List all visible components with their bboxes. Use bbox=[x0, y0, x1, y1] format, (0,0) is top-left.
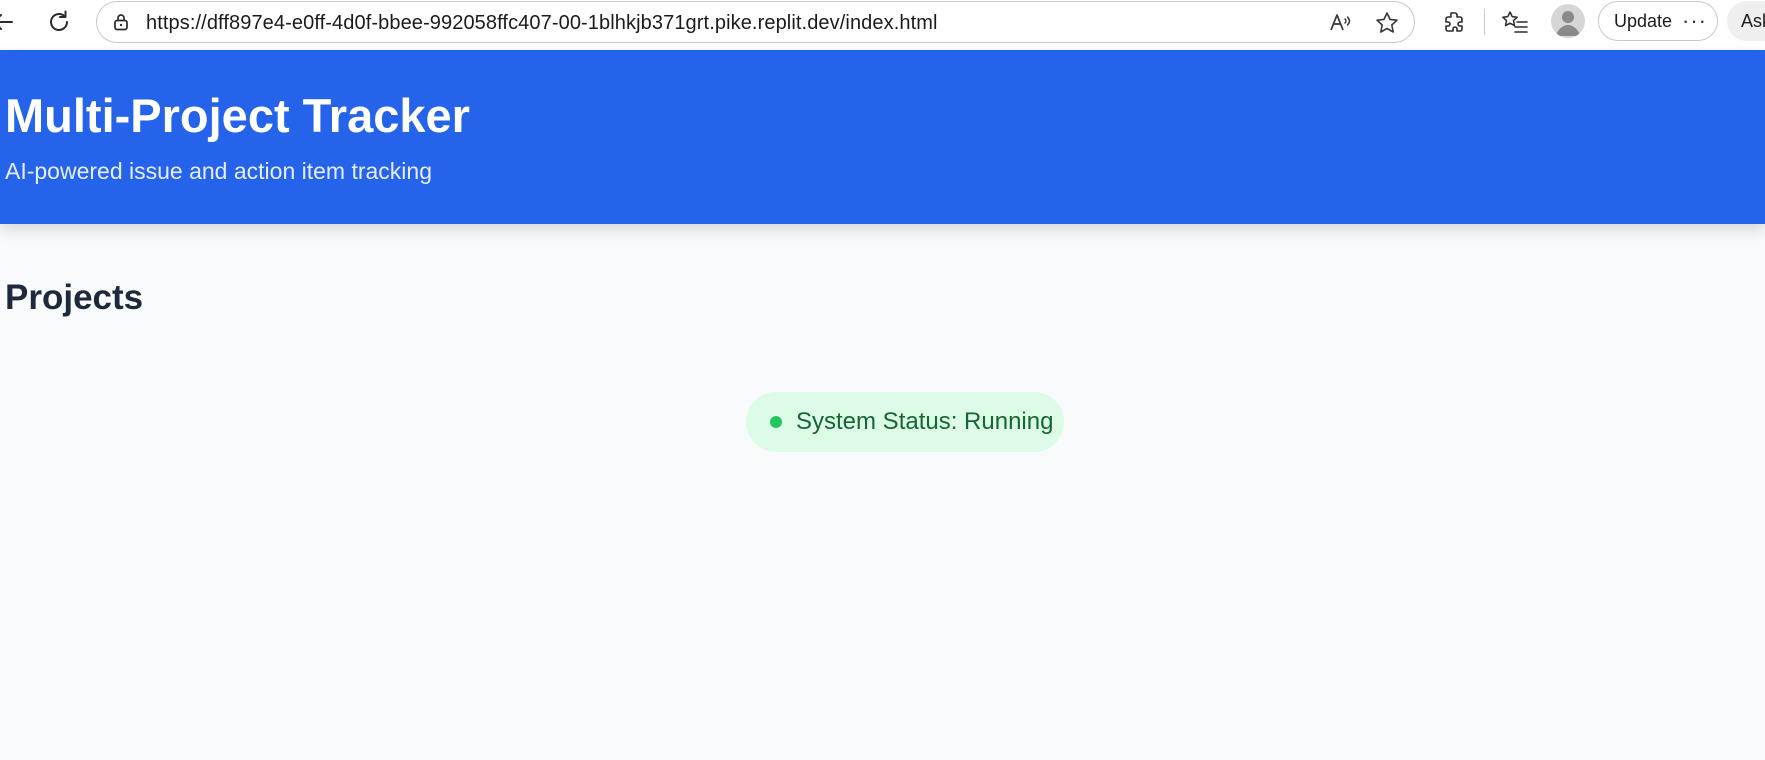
avatar[interactable] bbox=[1551, 4, 1585, 38]
favorites-list-icon[interactable] bbox=[1498, 5, 1532, 39]
status-badge: System Status: Running bbox=[746, 392, 1064, 452]
star-icon[interactable] bbox=[1374, 10, 1400, 36]
update-button[interactable]: Update ··· bbox=[1598, 1, 1718, 41]
ask-button[interactable]: Ask bbox=[1727, 1, 1765, 41]
update-button-label: Update bbox=[1614, 10, 1673, 31]
back-arrow-icon[interactable] bbox=[0, 5, 20, 39]
reload-icon[interactable] bbox=[42, 5, 76, 39]
lock-icon[interactable] bbox=[111, 12, 131, 32]
address-bar[interactable]: https://dff897e4-e0ff-4d0f-bbee-992058ff… bbox=[96, 1, 1415, 43]
projects-heading: Projects bbox=[5, 278, 144, 317]
app-header: Multi-Project Tracker AI-powered issue a… bbox=[0, 50, 1765, 224]
status-dot-icon bbox=[770, 416, 782, 428]
ask-button-label: Ask bbox=[1741, 11, 1765, 31]
more-icon[interactable]: ··· bbox=[1682, 8, 1707, 34]
read-aloud-icon[interactable] bbox=[1327, 10, 1353, 36]
browser-toolbar: https://dff897e4-e0ff-4d0f-bbee-992058ff… bbox=[0, 0, 1765, 50]
extensions-icon[interactable] bbox=[1437, 5, 1471, 39]
url-text[interactable]: https://dff897e4-e0ff-4d0f-bbee-992058ff… bbox=[146, 12, 938, 35]
toolbar-divider bbox=[1484, 9, 1485, 35]
page-title: Multi-Project Tracker bbox=[5, 89, 470, 142]
status-text: System Status: Running bbox=[796, 408, 1054, 435]
page-subtitle: AI-powered issue and action item trackin… bbox=[5, 158, 432, 184]
